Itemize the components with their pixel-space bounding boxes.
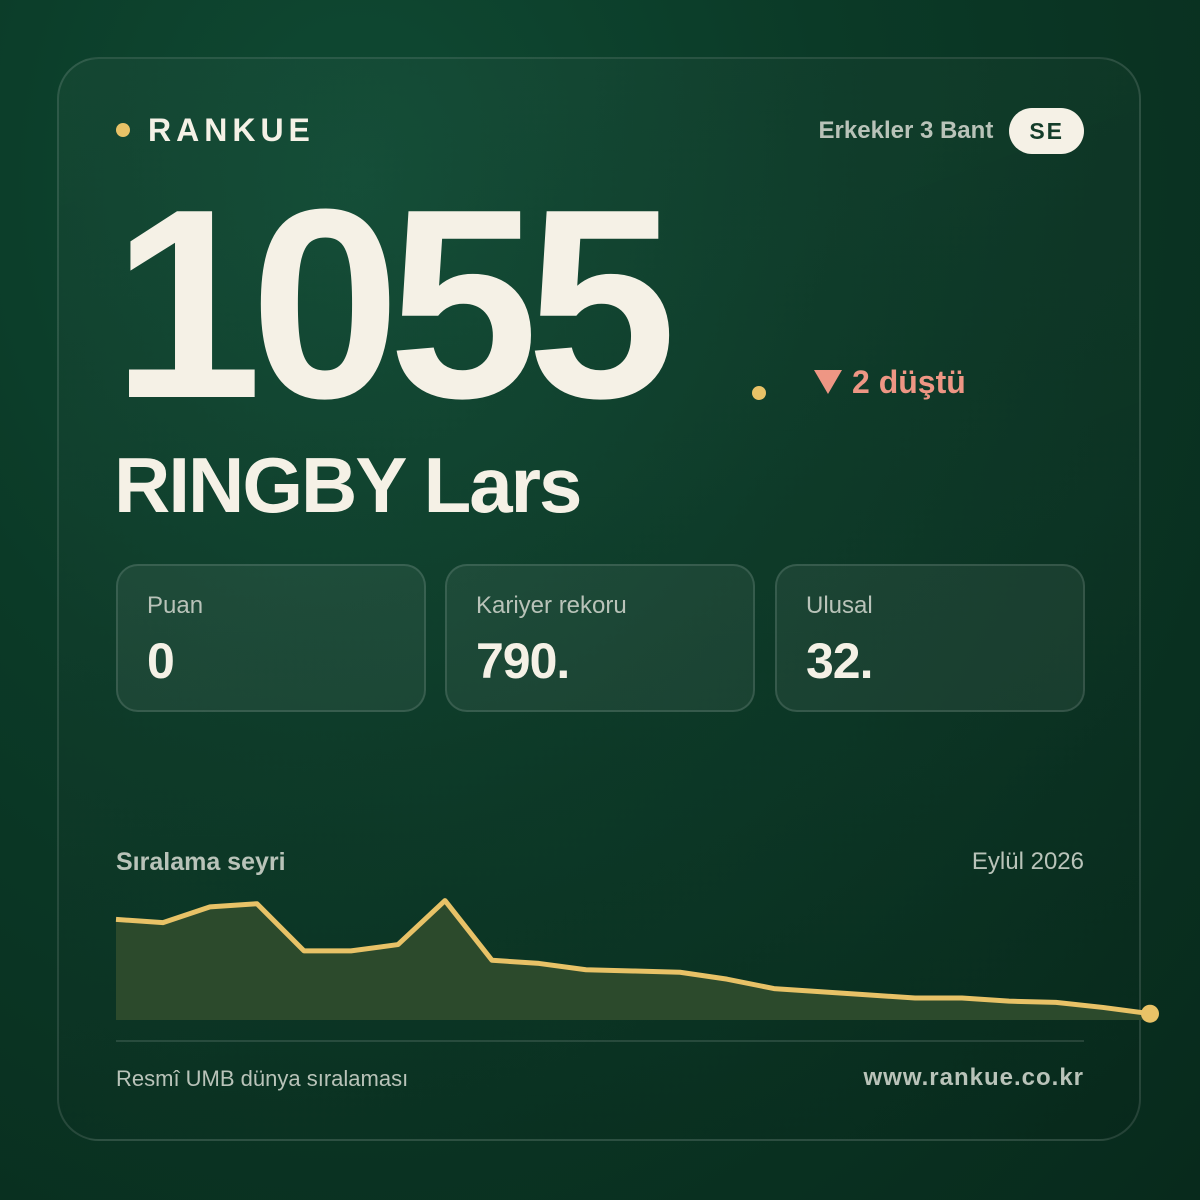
footer-source: Resmî UMB dünya sıralaması [116,1066,409,1091]
trend-current-point [1141,1004,1159,1023]
rank-trend-chart [115,898,1159,1023]
divider [116,1040,1084,1042]
footer-website[interactable]: www.rankue.co.kr [863,1064,1084,1092]
